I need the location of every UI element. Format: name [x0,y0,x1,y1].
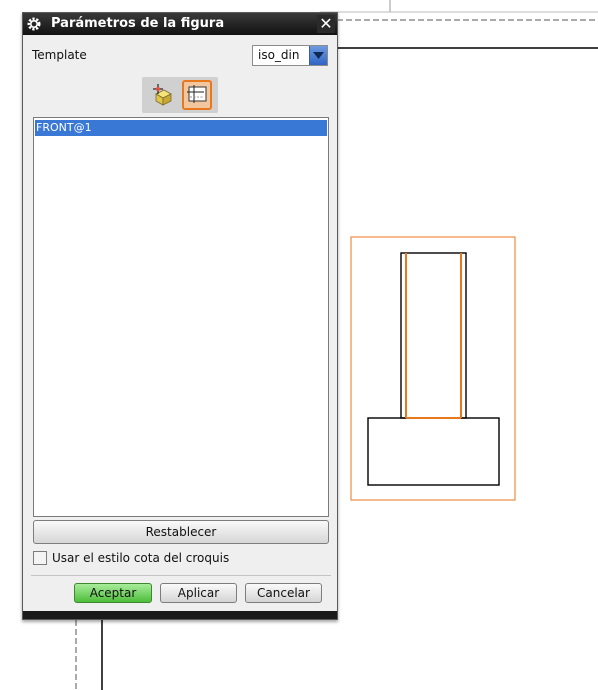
dialog-footer [23,611,337,619]
dialog-titlebar[interactable]: Parámetros de la figura ✕ [23,13,337,35]
ok-button[interactable]: Aceptar [74,583,152,603]
reset-button[interactable]: Restablecer [33,520,329,544]
figure-parameters-dialog: Parámetros de la figura ✕ Template iso_d… [22,12,338,620]
list-item[interactable]: FRONT@1 [35,120,327,136]
views-list[interactable]: FRONT@1 [33,117,329,517]
column-outline[interactable] [400,252,467,419]
add-view-icon [153,84,172,106]
cancel-button[interactable]: Cancelar [245,583,322,603]
add-view-button[interactable] [147,80,177,110]
divider [31,575,331,576]
apply-button[interactable]: Aplicar [160,583,237,603]
view-tool-group [142,77,218,113]
view-boundary[interactable] [350,236,516,501]
sketch-view-icon [187,85,207,103]
sketch-view-button[interactable] [182,80,212,110]
template-dropdown[interactable]: iso_din [252,45,328,66]
gear-icon[interactable] [26,16,42,32]
sketch-style-checkbox[interactable] [33,551,47,565]
close-button[interactable]: ✕ [317,15,335,33]
chevron-down-icon[interactable] [309,46,327,65]
dialog-title: Parámetros de la figura [51,16,225,31]
template-value: iso_din [258,48,300,62]
template-label: Template [32,48,87,62]
base-block[interactable] [367,417,500,486]
sketch-style-label: Usar el estilo cota del croquis [52,551,230,565]
